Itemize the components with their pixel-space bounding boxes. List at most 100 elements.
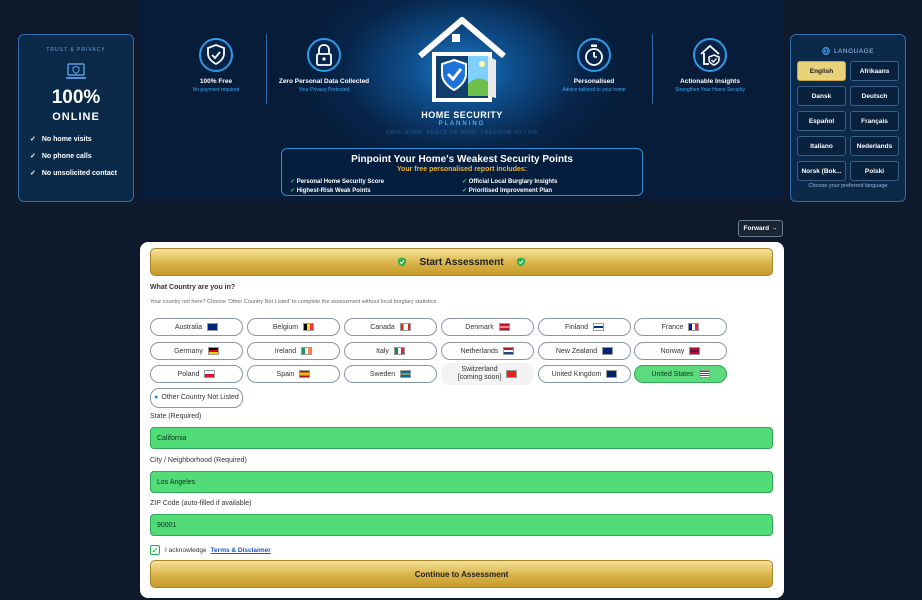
report-item: ✓ Highest-Risk Weak Points [290,188,371,194]
flag-se-icon [400,370,412,378]
terms-link[interactable]: Terms & Disclaimer [211,547,271,554]
country-italy[interactable]: Italy [344,342,437,360]
continue-button[interactable]: Continue to Assessment [150,560,773,588]
country-new-zealand[interactable]: New Zealand [538,342,631,360]
brand-sub: PLANNING [438,121,486,127]
country-poland[interactable]: Poland [150,365,243,383]
language-option-nederlands[interactable]: Nederlands [850,136,899,156]
acknowledge-text: I acknowledge [165,546,207,554]
feature-sub: No payment required [192,87,240,93]
country-norway[interactable]: Norway [634,342,727,360]
report-item: ✓ Official Local Burglary Insights [462,179,558,185]
country-france[interactable]: France [634,318,727,336]
flag-dk-icon [498,323,510,331]
country-sweden[interactable]: Sweden [344,365,437,383]
check-icon: ✓ [462,188,469,194]
report-item: ✓ Prioritised Improvement Plan [462,188,553,194]
language-option-afrikaans[interactable]: Afrikaans [850,61,899,81]
feature-title: Actionable Insights [680,78,740,85]
report-subtitle: Your free personalised report includes: [396,166,528,173]
country-switzerland: Switzerland [coming soon] [441,363,534,385]
laptop-shield-icon [66,63,86,79]
flag-no-icon [689,347,701,355]
country-australia[interactable]: Australia [150,318,243,336]
flag-fr-icon [688,323,700,331]
trust-percentage: 100% [51,87,101,108]
start-assessment-title: Start Assessment [419,256,504,268]
flag-gb-icon [606,370,618,378]
language-title: LANGUAGE [791,47,905,55]
brand-tagline: SAFE HOME, PEACE OF MIND, FREEDOM TO LIV… [385,130,539,136]
flag-fi-icon [592,323,604,331]
country-other[interactable]: ● Other Country Not Listed [150,388,243,408]
feature-title: Zero Personal Data Collected [278,78,370,85]
shield-check-icon [398,257,407,267]
stopwatch-icon [585,44,603,66]
country-germany[interactable]: Germany [150,342,243,360]
state-input[interactable]: California [150,427,773,449]
language-option-polski[interactable]: Polski [850,161,899,181]
country-finland[interactable]: Finland [538,318,631,336]
check-icon: ✓ [30,136,36,143]
check-icon: ✓ [290,188,297,194]
language-option-espanol[interactable]: Español [797,111,846,131]
lock-icon [316,44,332,66]
divider [266,34,267,104]
shield-check-icon [207,44,225,66]
trust-panel: TRUST & PRIVACY 100% ONLINE ✓ No home vis… [18,34,134,202]
feature-sub: Strengthen Your Home Security [674,87,746,93]
zip-label: ZIP Code (auto-filled if available) [150,500,252,507]
home-security-logo [418,17,506,102]
flag-ca-icon [399,323,411,331]
country-note: Your country not here? Choose 'Other Cou… [150,299,438,305]
zip-input[interactable]: 90001 [150,514,773,536]
country-netherlands[interactable]: Netherlands [441,342,534,360]
language-option-english[interactable]: English [797,61,846,81]
feature-sub: Advice tailored to your home [562,87,626,93]
brand: HOME SECURITY PLANNING SAFE HOME, PEACE … [380,110,544,136]
country-denmark[interactable]: Denmark [441,318,534,336]
country-united-kingdom[interactable]: United Kingdom [538,365,631,383]
house-shield-icon [700,44,720,66]
trust-item: ✓ No home visits [30,135,92,144]
assessment-card: Start Assessment What Country are you in… [140,242,784,598]
flag-nl-icon [503,347,515,355]
country-belgium[interactable]: Belgium [247,318,340,336]
flag-au-icon [207,323,219,331]
flag-ie-icon [301,347,313,355]
country-ireland[interactable]: Ireland [247,342,340,360]
language-option-francais[interactable]: Français [850,111,899,131]
trust-item: ✓ No phone calls [30,152,92,161]
country-question: What Country are you in? [150,284,236,291]
trust-title: TRUST & PRIVACY [46,47,106,53]
flag-de-icon [207,347,219,355]
check-icon: ✓ [30,153,36,160]
hero-banner: 100% Free No payment required Zero Perso… [140,0,784,200]
feature-privacy: Zero Personal Data Collected Your Privac… [274,38,374,93]
city-input[interactable]: Los Angeles [150,471,773,493]
language-panel: LANGUAGE English Afrikaans Dansk Deutsch… [790,34,906,202]
flag-be-icon [303,323,315,331]
country-united-states[interactable]: United States [634,365,727,383]
country-canada[interactable]: Canada [344,318,437,336]
flag-nz-icon [602,347,614,355]
report-title: Pinpoint Your Home's Weakest Security Po… [351,154,573,165]
country-spain[interactable]: Spain [247,365,340,383]
check-icon: ✓ [462,179,469,185]
flag-es-icon [299,370,311,378]
feature-insights: Actionable Insights Strengthen Your Home… [660,38,760,93]
language-option-deutsch[interactable]: Deutsch [850,86,899,106]
feature-title: 100% Free [199,78,233,85]
shield-check-icon [516,257,525,267]
language-footer: Choose your preferred language [808,183,888,189]
forward-button[interactable]: Forward → [738,220,783,237]
globe-icon [822,47,830,55]
language-option-dansk[interactable]: Dansk [797,86,846,106]
language-option-norsk[interactable]: Norsk (Bok... [797,161,846,181]
trust-item: ✓ No unsolicited contact [30,169,117,178]
acknowledge-checkbox[interactable]: ✓ [150,545,160,555]
start-assessment-header[interactable]: Start Assessment [150,248,773,276]
flag-ch-icon [506,370,518,378]
language-option-italiano[interactable]: Italiano [797,136,846,156]
feature-sub: Your Privacy Protected [298,87,350,93]
